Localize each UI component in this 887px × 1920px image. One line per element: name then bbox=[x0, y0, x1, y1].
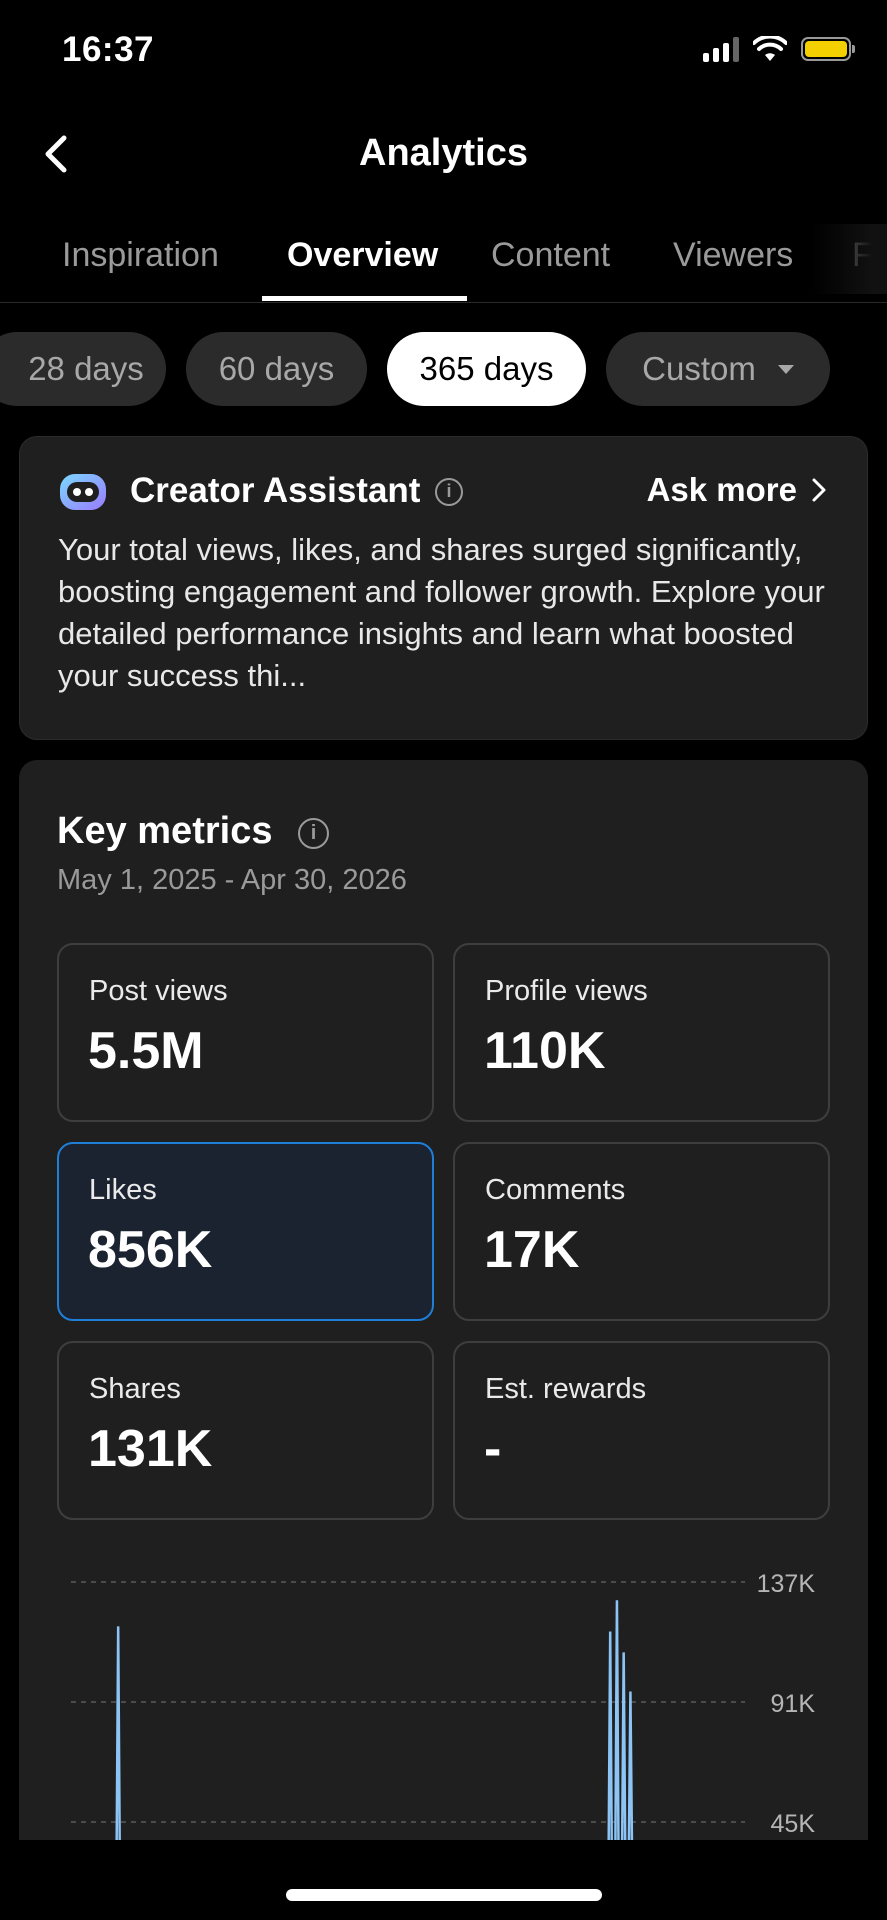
chart-y-tick: 45K bbox=[771, 1810, 816, 1838]
creator-assistant-card[interactable]: Creator Assistant i Ask more Your total … bbox=[19, 436, 868, 740]
period-28-days[interactable]: 28 days bbox=[0, 332, 166, 406]
period-60-days[interactable]: 60 days bbox=[186, 332, 367, 406]
chart-y-tick: 91K bbox=[771, 1690, 816, 1718]
assistant-bot-icon bbox=[60, 474, 106, 510]
chart-y-tick: 137K bbox=[757, 1570, 816, 1598]
battery-icon bbox=[801, 37, 855, 61]
chart-peak bbox=[607, 1631, 613, 1841]
chart-peak bbox=[614, 1600, 620, 1841]
period-label: 60 days bbox=[218, 350, 335, 387]
chevron-right-icon bbox=[812, 478, 826, 502]
wifi-icon bbox=[753, 36, 787, 61]
key-metrics-card: Key metrics i May 1, 2025 - Apr 30, 2026… bbox=[19, 760, 868, 1920]
info-icon[interactable]: i bbox=[435, 478, 463, 506]
chart-peak bbox=[627, 1691, 634, 1841]
tab-content[interactable]: Content bbox=[491, 236, 610, 275]
page-title: Analytics bbox=[359, 132, 528, 174]
tab-bar: Inspiration Overview Content Viewers Fo bbox=[0, 224, 887, 303]
period-custom[interactable]: Custom bbox=[606, 332, 830, 406]
chevron-down-icon bbox=[777, 364, 794, 374]
home-indicator[interactable] bbox=[286, 1889, 602, 1901]
assistant-title: Creator Assistant bbox=[130, 471, 421, 510]
assistant-summary: Your total views, likes, and shares surg… bbox=[58, 532, 825, 693]
likes-chart[interactable]: 137K 91K 45K bbox=[19, 760, 868, 1920]
status-time: 16:37 bbox=[62, 30, 155, 69]
period-365-days[interactable]: 365 days bbox=[387, 332, 586, 406]
period-label: 365 days bbox=[419, 350, 554, 387]
period-label: 28 days bbox=[28, 350, 144, 387]
ask-more-label: Ask more bbox=[646, 471, 797, 508]
tab-fade bbox=[812, 224, 887, 294]
chart-peak bbox=[115, 1626, 121, 1841]
status-icons bbox=[703, 36, 855, 62]
signal-icon bbox=[703, 36, 739, 62]
tab-active-underline bbox=[262, 296, 467, 301]
bottom-safe-area bbox=[0, 1840, 887, 1920]
chart-peak bbox=[620, 1652, 627, 1841]
period-label: Custom bbox=[642, 350, 756, 387]
tab-overview[interactable]: Overview bbox=[287, 236, 438, 275]
tab-viewers[interactable]: Viewers bbox=[673, 236, 793, 275]
tab-inspiration[interactable]: Inspiration bbox=[62, 236, 219, 275]
ask-more-link[interactable]: Ask more bbox=[647, 471, 827, 509]
